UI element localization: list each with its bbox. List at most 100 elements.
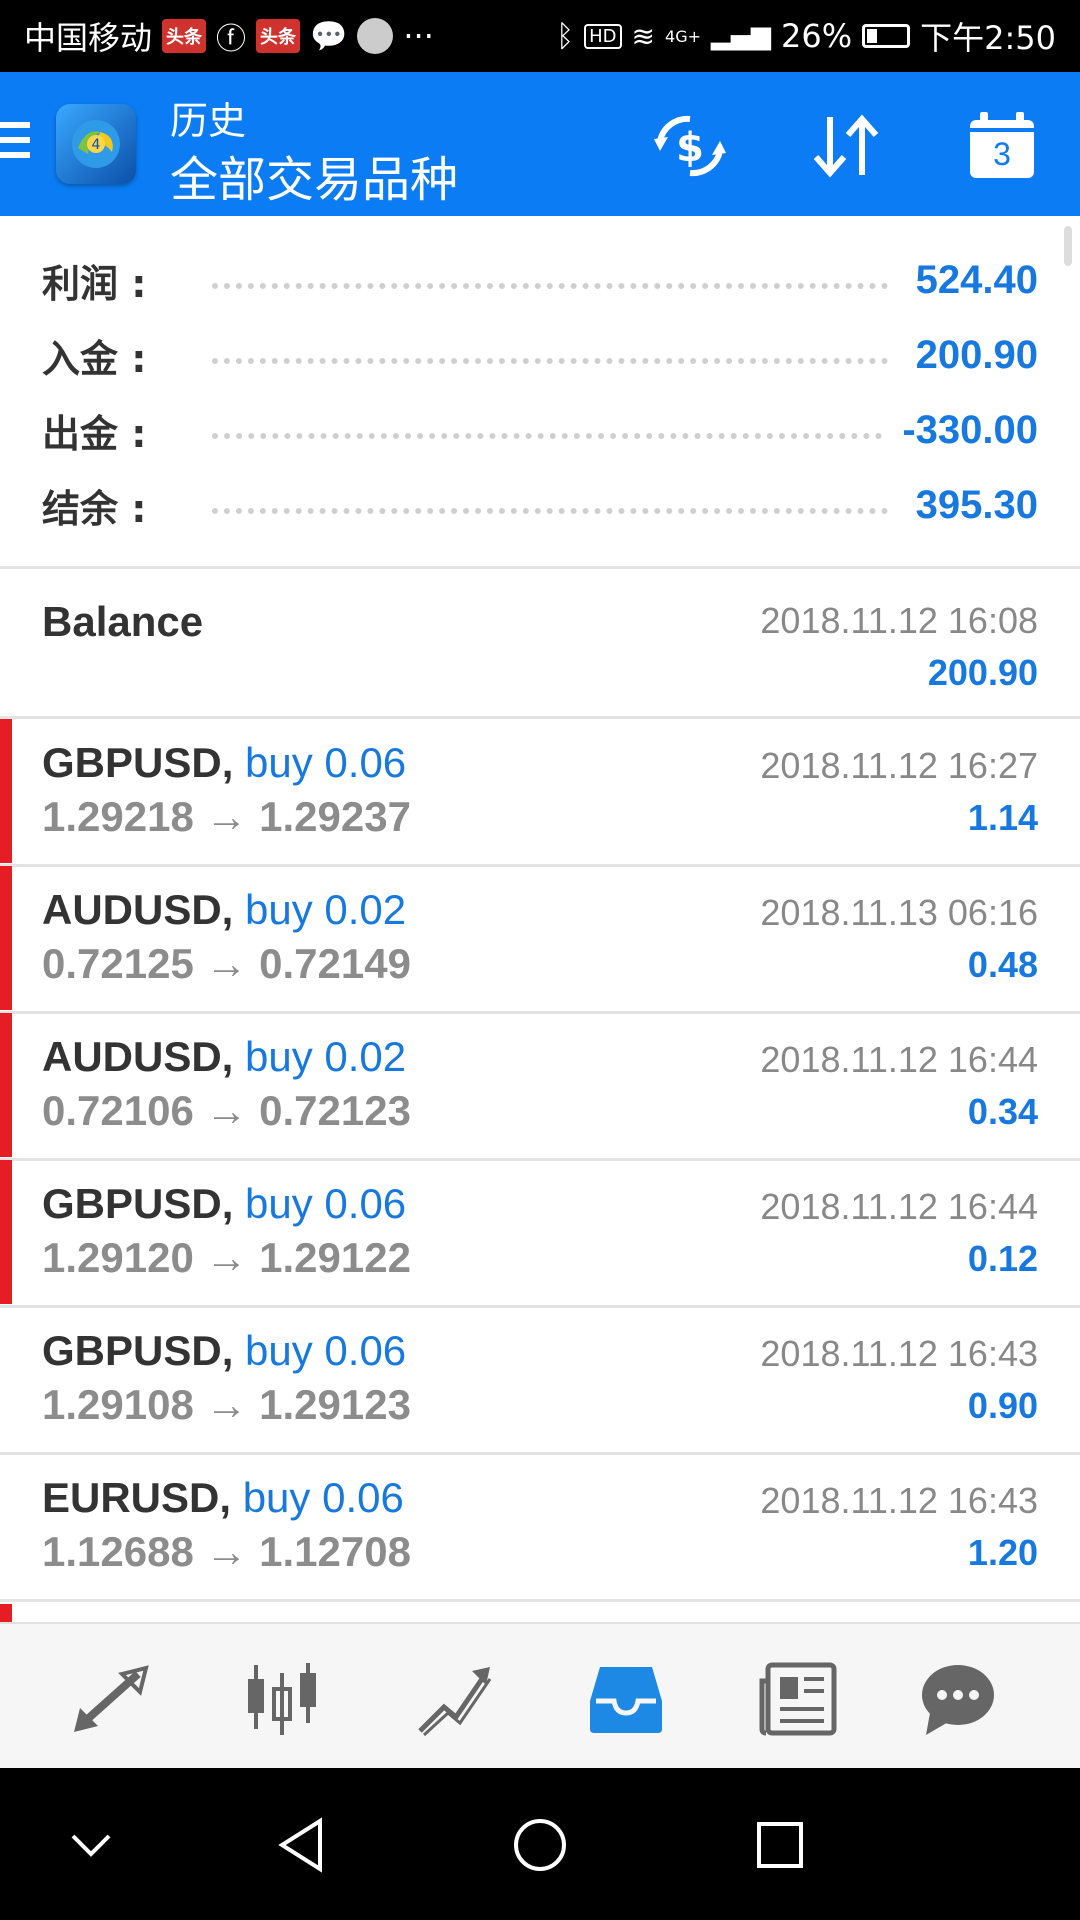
summary-value: 200.90	[915, 332, 1038, 377]
trade-action: buy 0.06	[245, 1180, 407, 1227]
summary-label: 利润 :	[42, 261, 147, 306]
trade-row[interactable]: EURUSD, buy 0.06 1.12688 → 1.12708 2018.…	[0, 1454, 1080, 1598]
more-notifications-icon: ···	[403, 17, 434, 55]
trade-row[interactable]: GBPUSD, buy 0.06 1.29108 → 1.29123 2018.…	[0, 1307, 1080, 1451]
status-bar: 中国移动 头条 ⓕ 头条 💬 ··· ᛒ HD ≋ 4G+ ▂▄▆ 26% 下午…	[0, 0, 1080, 72]
calendar-day: 3	[993, 136, 1011, 172]
trade-row[interactable]: GBPUSD, buy 0.06 1.29120 → 1.29122 2018.…	[0, 1160, 1080, 1304]
signal-icon: ▂▄▆	[711, 21, 771, 51]
trade-profit: 0.48	[967, 944, 1038, 985]
trade-row[interactable]: AUDUSD, buy 0.02 0.72106 → 0.72123 2018.…	[0, 1013, 1080, 1157]
trade-prices: 0.72125 → 0.72149	[42, 940, 411, 987]
bottom-navigation	[0, 1622, 1080, 1768]
trade-action: buy 0.06	[245, 1327, 407, 1374]
trade-prices: 1.12688 → 1.12708	[42, 1528, 411, 1575]
trade-symbol: EURUSD,	[42, 1474, 232, 1521]
trade-side-marker	[0, 1160, 12, 1304]
trade-symbol: AUDUSD,	[42, 886, 234, 933]
trade-action: buy 0.06	[242, 1474, 404, 1521]
summary-row-withdrawal: 出金 : -330.00	[42, 400, 1038, 460]
clock: 下午2:50	[920, 19, 1056, 57]
trade-symbol: AUDUSD,	[42, 1033, 234, 1080]
history-inbox-icon[interactable]	[576, 1654, 676, 1744]
trade-side-marker	[0, 1604, 12, 1622]
scrollbar[interactable]	[1064, 226, 1072, 266]
symbol-filter[interactable]: 全部交易品种	[170, 140, 458, 210]
chart-candles-icon[interactable]	[232, 1654, 332, 1744]
trade-prices: 0.72106 → 0.72123	[42, 1087, 411, 1134]
trade-profit: 0.90	[967, 1385, 1038, 1426]
menu-icon[interactable]	[0, 122, 30, 166]
summary-label: 入金 :	[42, 336, 147, 381]
quotes-icon[interactable]	[60, 1654, 160, 1744]
balance-title: Balance	[42, 598, 204, 645]
balance-date: 2018.11.12 16:08	[760, 600, 1038, 641]
svg-text:$: $	[676, 125, 704, 171]
dotted-leader	[212, 508, 888, 514]
trade-profit: 0.34	[967, 1091, 1038, 1132]
trade-profit: 0.12	[967, 1238, 1038, 1279]
summary-row-deposit: 入金 : 200.90	[42, 325, 1038, 385]
trade-profit: 1.20	[967, 1532, 1038, 1573]
trade-date: 2018.11.12 16:43	[760, 1480, 1038, 1521]
dotted-leader	[212, 358, 888, 364]
trade-prices: 1.29120 → 1.29122	[42, 1234, 411, 1281]
trade-action: buy 0.02	[245, 886, 407, 933]
carrier-name: 中国移动	[24, 19, 153, 57]
divider	[0, 1599, 1080, 1602]
trade-side-marker	[0, 866, 12, 1010]
trade-side-marker	[0, 719, 12, 863]
recent-apps-icon[interactable]	[745, 1810, 815, 1880]
summary-label: 结余 :	[42, 486, 147, 531]
dotted-leader	[212, 283, 888, 289]
balance-operation-row[interactable]: Balance 2018.11.12 16:08 200.90	[0, 568, 1080, 718]
trade-date: 2018.11.12 16:44	[760, 1039, 1038, 1080]
chat-icon[interactable]	[908, 1654, 1008, 1744]
trade-date: 2018.11.13 06:16	[760, 892, 1038, 933]
summary-row-profit: 利润 : 524.40	[42, 250, 1038, 310]
message-notification-icon: 💬	[310, 18, 348, 54]
dotted-leader	[212, 433, 883, 439]
summary-value: -330.00	[902, 407, 1038, 452]
section-title: 历史	[170, 99, 247, 143]
toutiao-notification-icon: 头条	[162, 19, 207, 53]
metatrader-logo-icon: 4	[56, 104, 136, 184]
wifi-icon: ≋	[631, 19, 656, 53]
trade-icon[interactable]	[404, 1654, 504, 1744]
battery-percent: 26%	[781, 17, 853, 55]
hd-icon: HD	[584, 23, 622, 49]
currency-exchange-icon[interactable]: $	[650, 110, 730, 182]
summary-row-balance: 结余 : 395.30	[42, 475, 1038, 535]
balance-value: 200.90	[927, 652, 1038, 693]
back-icon[interactable]	[266, 1810, 336, 1880]
summary-value: 395.30	[915, 482, 1038, 527]
app-bar: 4 历史 全部交易品种 $ 3	[0, 72, 1080, 216]
trade-profit: 1.14	[967, 797, 1038, 838]
news-icon[interactable]	[748, 1654, 848, 1744]
trade-row[interactable]: AUDUSD, buy 0.02 0.72125 → 0.72149 2018.…	[0, 866, 1080, 1010]
network-type: 4G+	[665, 26, 701, 46]
sort-icon[interactable]	[806, 110, 886, 182]
trade-row[interactable]: GBPUSD, buy 0.06 1.29218 → 1.29237 2018.…	[0, 719, 1080, 863]
trade-prices: 1.29108 → 1.29123	[42, 1381, 411, 1428]
bluetooth-icon: ᛒ	[556, 18, 575, 54]
toutiao-notification-icon-2: 头条	[256, 19, 301, 53]
trade-prices: 1.29218 → 1.29237	[42, 793, 411, 840]
trade-date: 2018.11.12 16:27	[760, 745, 1038, 786]
summary-label: 出金 :	[42, 411, 147, 456]
hide-nav-chevron-down-icon[interactable]	[56, 1810, 126, 1880]
trade-symbol: GBPUSD,	[42, 739, 234, 786]
trade-symbol: GBPUSD,	[42, 1327, 234, 1374]
app-notification-icon: ⓕ	[216, 22, 247, 57]
trade-date: 2018.11.12 16:43	[760, 1333, 1038, 1374]
trade-symbol: GBPUSD,	[42, 1180, 234, 1227]
trade-action: buy 0.06	[245, 739, 407, 786]
home-icon[interactable]	[505, 1810, 575, 1880]
calendar-icon[interactable]: 3	[962, 110, 1042, 182]
svg-text:4: 4	[92, 137, 101, 153]
browser-notification-icon	[357, 18, 394, 54]
summary-value: 524.40	[915, 257, 1038, 302]
battery-icon	[862, 24, 911, 48]
trade-date: 2018.11.12 16:44	[760, 1186, 1038, 1227]
trade-side-marker	[0, 1013, 12, 1157]
